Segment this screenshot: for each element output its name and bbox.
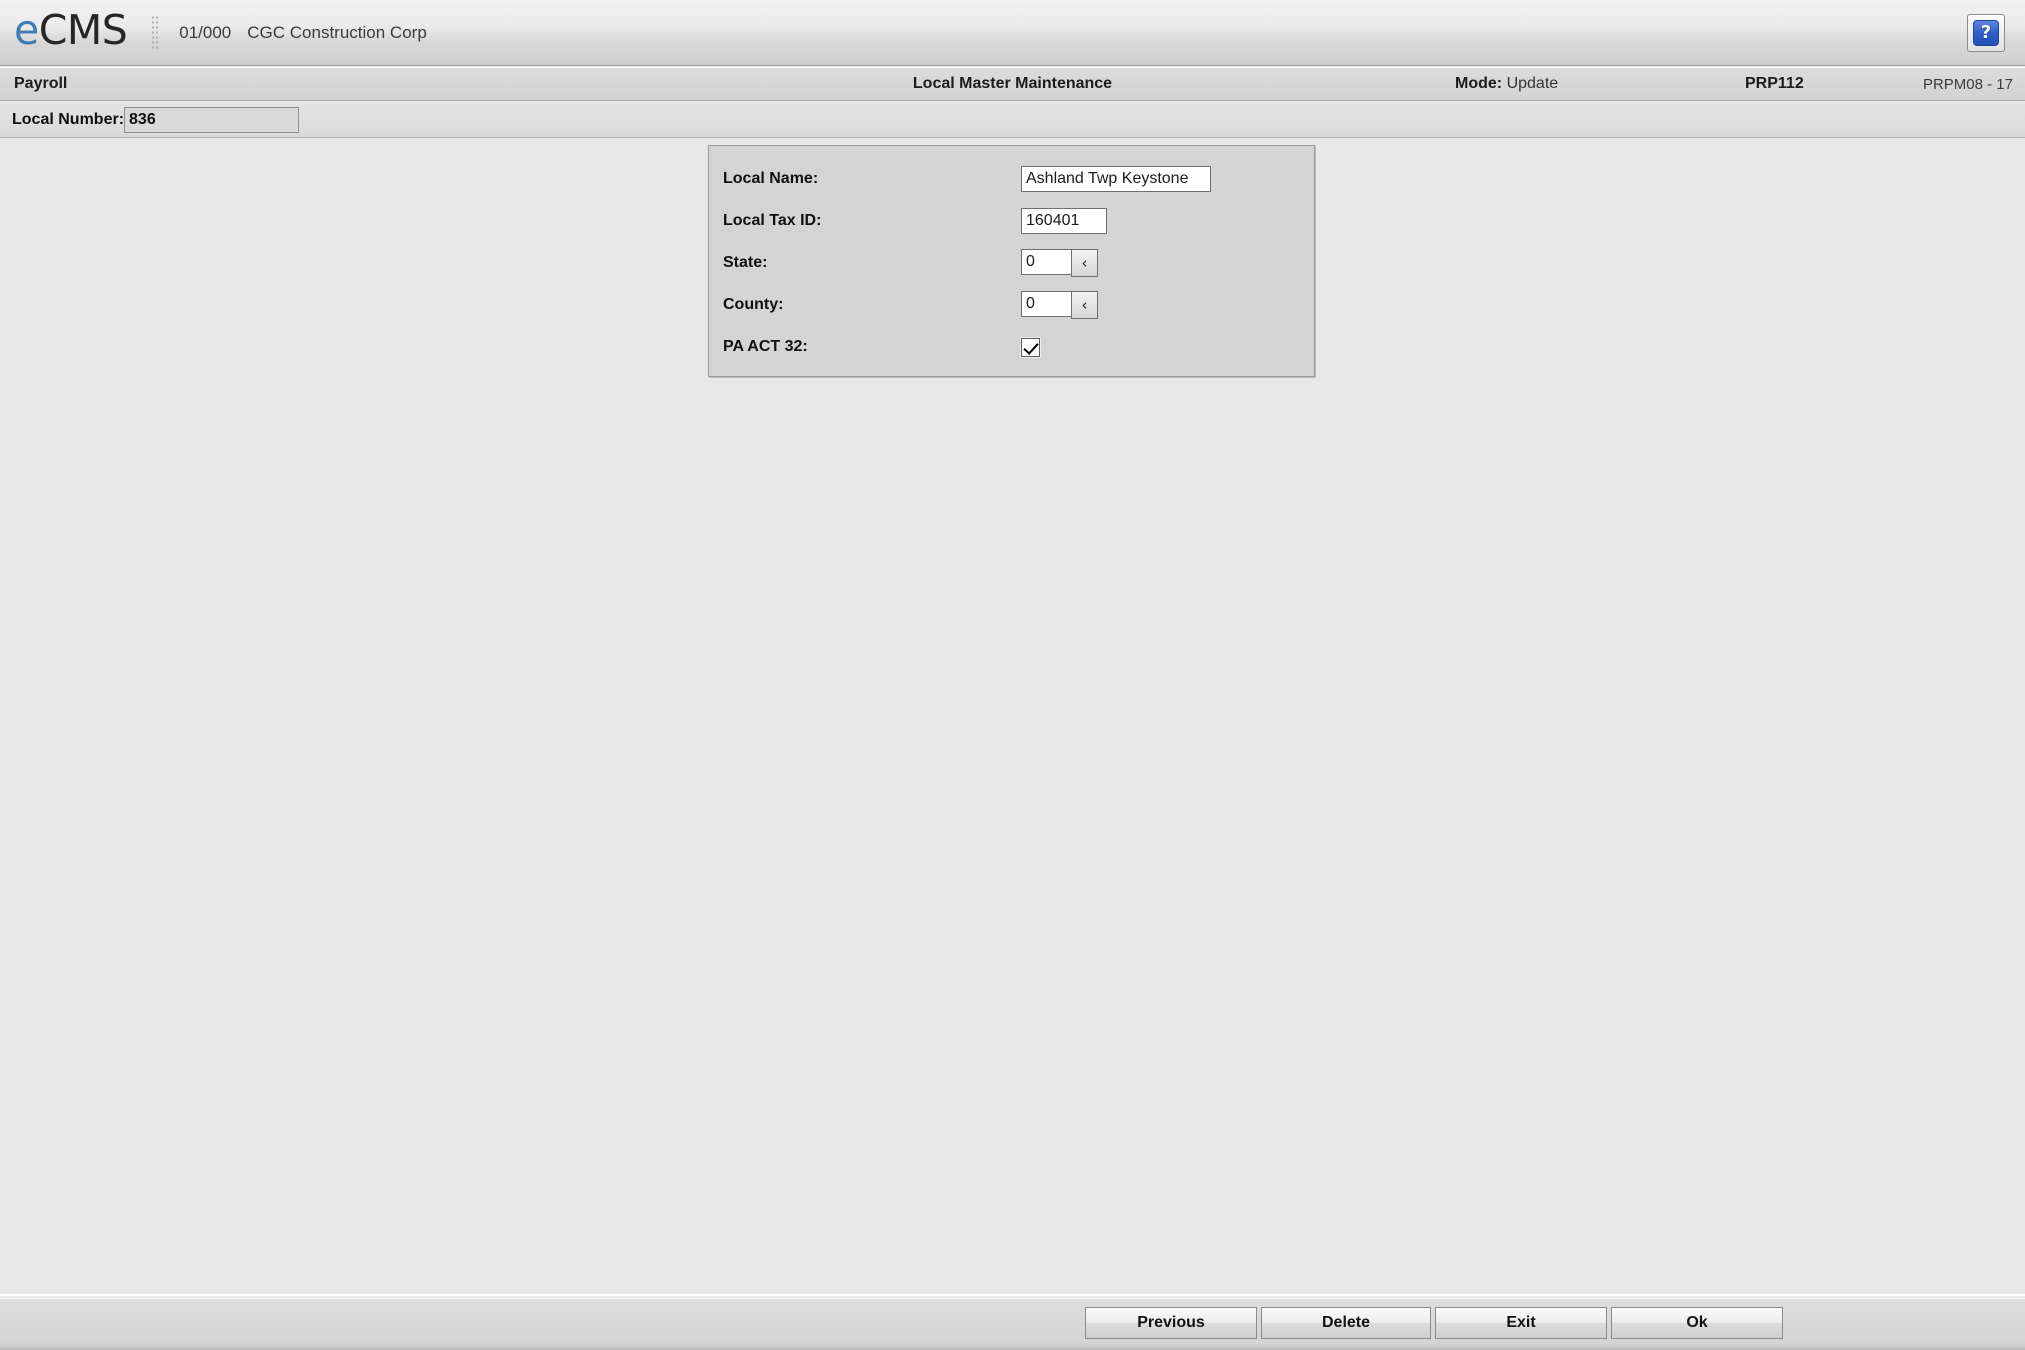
local-number-input[interactable] (124, 106, 300, 133)
page-title: Local Master Maintenance (912, 75, 1113, 92)
pa-act-32-label: PA ACT 32: (723, 338, 808, 355)
company-name: CGC Construction Corp (247, 22, 427, 42)
county-input[interactable] (1021, 291, 1071, 317)
form-row-county: County: ‹ (723, 289, 1303, 321)
ecms-logo: eCMS (14, 10, 128, 55)
drag-grip-icon (151, 14, 160, 51)
local-name-input[interactable] (1021, 166, 1211, 192)
county-label: County: (723, 296, 784, 313)
work-area: Local Name: Local Tax ID: State: ‹ Count… (0, 139, 2025, 1296)
help-button[interactable]: ? (1967, 13, 2005, 52)
screen-id: PRPM08 - 17 (1922, 75, 2013, 93)
state-input[interactable] (1021, 249, 1071, 275)
footer-button-group: Previous Delete Exit Ok (1085, 1307, 1783, 1339)
form-row-pa-act-32: PA ACT 32: (723, 331, 1303, 363)
exit-button[interactable]: Exit (1435, 1307, 1607, 1339)
company-code: 01/000 (179, 22, 232, 42)
chevron-left-icon[interactable]: ‹ (1071, 249, 1098, 277)
ok-button[interactable]: Ok (1611, 1307, 1783, 1339)
state-label: State: (723, 254, 768, 271)
logo-letter-e: e (14, 6, 39, 54)
delete-button[interactable]: Delete (1261, 1307, 1431, 1339)
mode-value: Update (1506, 75, 1559, 92)
footer-button-bar: Previous Delete Exit Ok (0, 1298, 2025, 1350)
local-master-form-panel: Local Name: Local Tax ID: State: ‹ Count… (708, 145, 1315, 377)
mode-label: Mode: (1455, 75, 1503, 92)
local-name-label: Local Name: (723, 170, 819, 187)
previous-button[interactable]: Previous (1085, 1307, 1257, 1339)
local-tax-id-input[interactable] (1021, 208, 1107, 234)
local-tax-id-label: Local Tax ID: (723, 212, 822, 229)
form-row-local-tax-id: Local Tax ID: (723, 205, 1303, 237)
logo-letters-cms: CMS (38, 6, 128, 54)
local-number-label: Local Number: (12, 110, 125, 128)
record-key-bar: Local Number: (0, 102, 2025, 138)
mode-indicator: Mode: Update (1455, 75, 1558, 93)
program-id: PRP112 (1745, 75, 1804, 92)
header-left-group: eCMS 01/000 CGC Construction Corp (0, 0, 1967, 65)
application-header-bar: eCMS 01/000 CGC Construction Corp ? (0, 0, 2025, 66)
form-row-local-name: Local Name: (723, 163, 1303, 195)
question-mark-icon: ? (1973, 19, 1999, 46)
module-title-bar: Payroll Local Master Maintenance Mode: U… (0, 67, 2025, 101)
form-row-state: State: ‹ (723, 247, 1303, 279)
chevron-left-icon[interactable]: ‹ (1071, 291, 1098, 319)
state-field-group: ‹ (1021, 249, 1098, 277)
pa-act-32-checkbox[interactable] (1021, 337, 1040, 357)
county-field-group: ‹ (1021, 291, 1098, 319)
